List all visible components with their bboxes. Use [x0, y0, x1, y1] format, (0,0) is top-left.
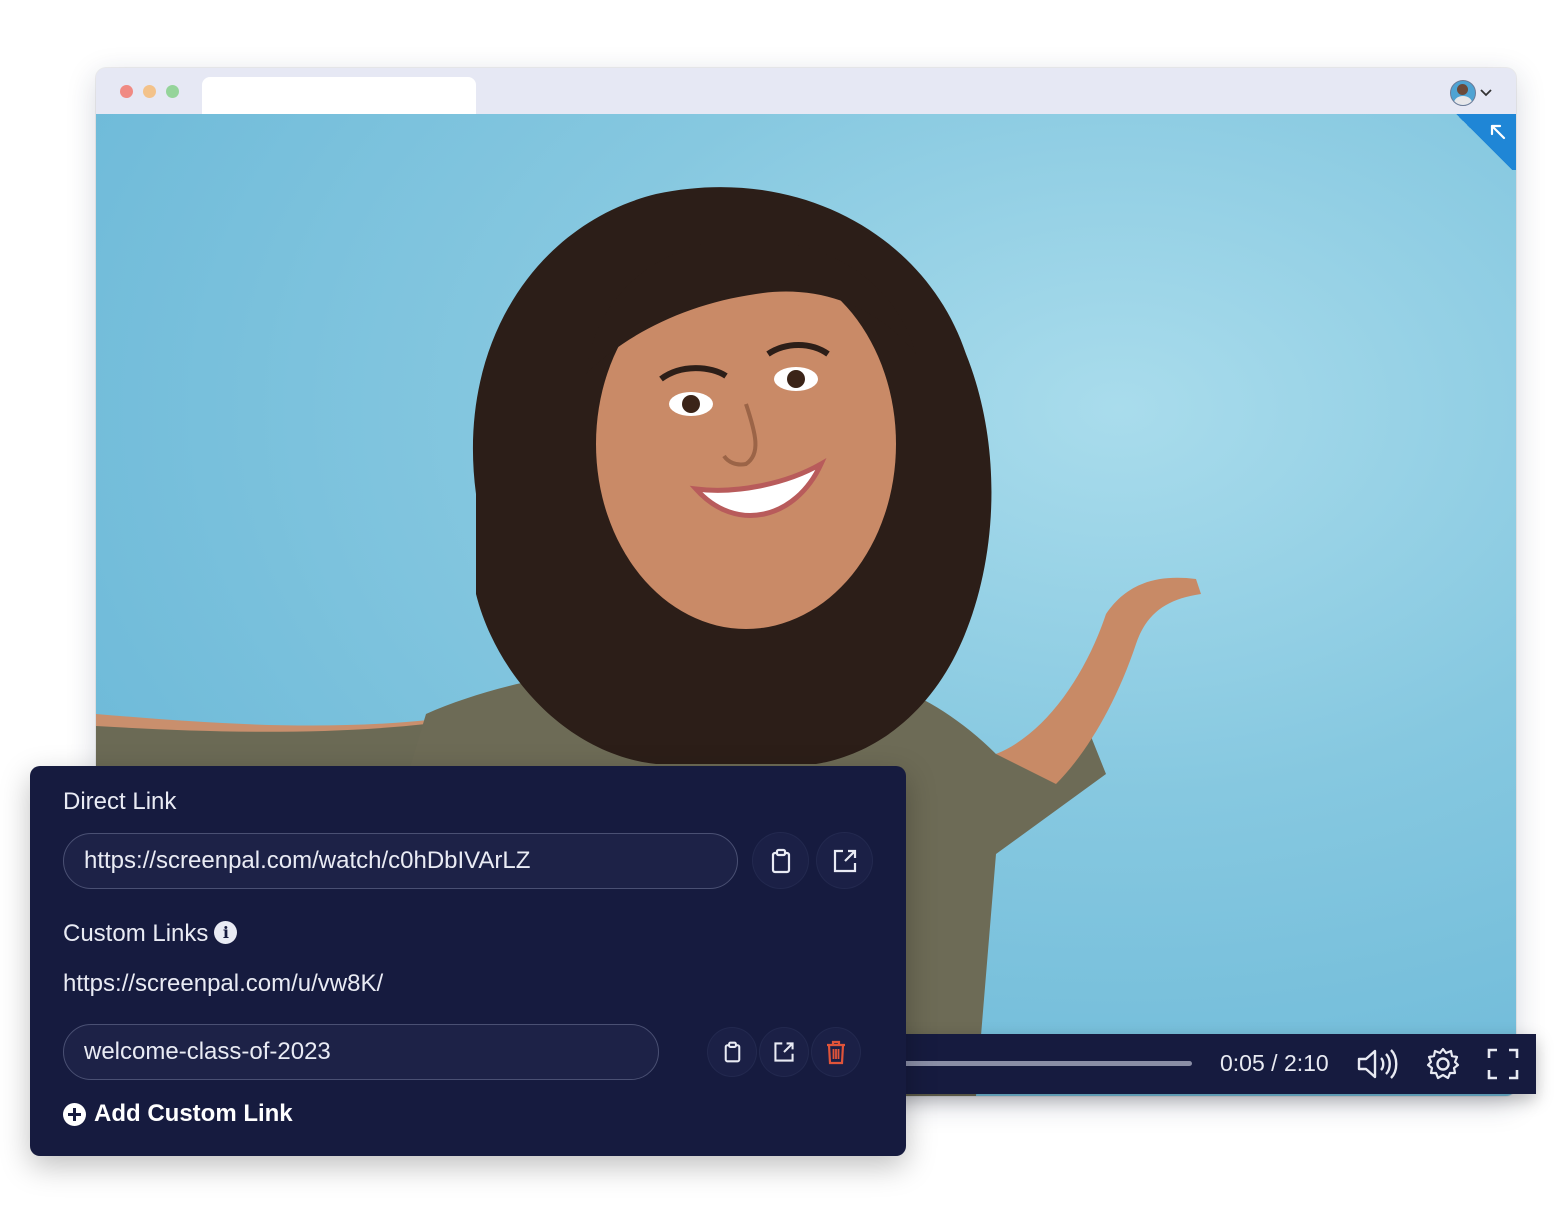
plus-circle-icon [63, 1102, 86, 1126]
time-display: 0:05 / 2:10 [1220, 1050, 1329, 1076]
custom-base-url: https://screenpal.com/u/vw8K/ [63, 970, 384, 997]
stage: 0:05 / 2:10 Direct Link https://screenpa… [0, 0, 1558, 1226]
progress-bar[interactable] [870, 1061, 1192, 1066]
copy-custom-link-button[interactable] [708, 1028, 756, 1076]
copy-direct-link-button[interactable] [753, 833, 808, 888]
profile-menu[interactable] [1450, 80, 1492, 106]
trash-icon [827, 1040, 845, 1065]
clipboard-icon [771, 848, 790, 873]
collapse-corner-button[interactable] [1452, 114, 1516, 170]
external-link-icon [833, 849, 856, 872]
clipboard-icon [724, 1041, 740, 1063]
minimize-window-button[interactable] [143, 85, 156, 98]
info-icon[interactable]: i [214, 921, 238, 945]
close-window-button[interactable] [120, 85, 133, 98]
open-custom-link-button[interactable] [760, 1028, 808, 1076]
add-custom-link-button[interactable]: Add Custom Link [63, 1100, 293, 1128]
collapse-arrow-icon [1490, 124, 1506, 140]
custom-links-label: Custom Links i [63, 920, 238, 948]
current-time: 0:05 [1220, 1050, 1265, 1076]
browser-titlebar [96, 68, 1516, 114]
fullscreen-icon[interactable] [1486, 1047, 1520, 1086]
custom-link-slug-field[interactable]: welcome-class-of-2023 [63, 1024, 659, 1080]
share-links-panel: Direct Link https://screenpal.com/watch/… [30, 766, 906, 1156]
player-controls: 0:05 / 2:10 [870, 1034, 1536, 1094]
direct-link-field[interactable]: https://screenpal.com/watch/c0hDbIVArLZ [63, 833, 738, 889]
maximize-window-button[interactable] [166, 85, 179, 98]
delete-custom-link-button[interactable] [812, 1028, 860, 1076]
chevron-down-icon [1480, 87, 1492, 99]
add-custom-link-label: Add Custom Link [94, 1100, 293, 1127]
external-link-icon [774, 1042, 794, 1062]
open-direct-link-button[interactable] [817, 833, 872, 888]
browser-tab[interactable] [202, 77, 476, 114]
avatar [1450, 80, 1476, 106]
direct-link-label: Direct Link [63, 788, 177, 815]
duration: 2:10 [1283, 1050, 1329, 1076]
volume-icon[interactable] [1356, 1047, 1400, 1086]
custom-links-label-text: Custom Links [63, 920, 209, 947]
gear-icon[interactable] [1426, 1047, 1460, 1086]
